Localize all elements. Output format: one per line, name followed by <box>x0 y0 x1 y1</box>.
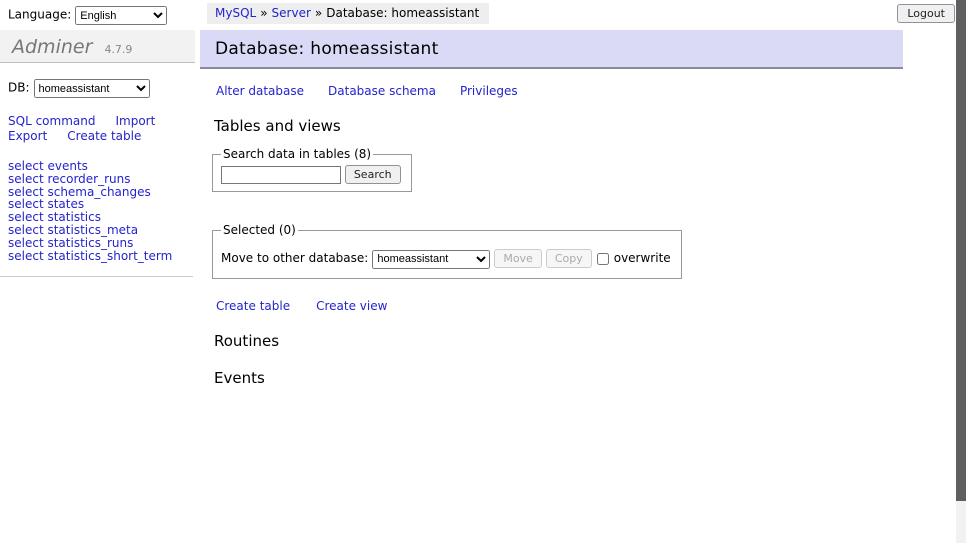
overwrite-checkbox[interactable] <box>597 253 609 265</box>
sidebar: Language: English Adminer 4.7.9 DB: homeas… <box>0 0 195 543</box>
sidebar-select-link[interactable]: select statistics_runs <box>8 237 195 250</box>
move-button[interactable]: Move <box>494 249 542 268</box>
create-links: Create table Create view <box>216 299 903 313</box>
logout-button[interactable]: Logout <box>897 4 955 23</box>
app-title: Adminer 4.7.9 <box>0 30 195 63</box>
move-label: Move to other database: <box>221 251 368 265</box>
language-row: Language: English <box>0 0 195 30</box>
breadcrumb-current: Database: homeassistant <box>326 6 479 20</box>
main-content: MySQL » Server » Database: homeassistant Dat… <box>200 0 903 387</box>
db-row: DB: homeassistant <box>8 79 195 98</box>
sidebar-action-link[interactable]: Create table <box>67 129 141 143</box>
search-button[interactable]: Search <box>345 165 401 184</box>
events-heading: Events <box>214 369 903 387</box>
database-nav-links: Alter database Database schema Privileges <box>216 84 903 98</box>
selected-legend: Selected (0) <box>221 223 298 237</box>
breadcrumb-separator: » <box>315 6 322 20</box>
search-input[interactable] <box>221 166 341 184</box>
database-nav-link[interactable]: Privileges <box>460 84 518 98</box>
sidebar-action-link[interactable]: Export <box>8 129 47 143</box>
db-label: DB: <box>8 81 30 95</box>
overwrite-label: overwrite <box>614 251 671 265</box>
breadcrumb: MySQL » Server » Database: homeassistant <box>207 3 489 24</box>
sidebar-action-link[interactable]: Import <box>115 114 155 128</box>
scrollbar-thumb[interactable] <box>956 0 966 501</box>
breadcrumb-server-link[interactable]: Server <box>272 6 311 20</box>
move-database-select[interactable]: homeassistant <box>372 250 490 269</box>
selected-fieldset: Selected (0) Move to other database: home… <box>212 223 682 279</box>
sidebar-action-link[interactable]: SQL command <box>8 114 95 128</box>
breadcrumb-separator: » <box>260 6 267 20</box>
sidebar-action-links: SQL command Import Export Create table <box>8 114 195 144</box>
search-legend: Search data in tables (8) <box>221 147 373 161</box>
routines-heading: Routines <box>214 332 903 350</box>
app-version: 4.7.9 <box>104 43 132 56</box>
breadcrumb-mysql-link[interactable]: MySQL <box>215 6 256 20</box>
copy-button[interactable]: Copy <box>546 249 592 268</box>
database-nav-link[interactable]: Database schema <box>328 84 436 98</box>
db-select[interactable]: homeassistant <box>34 79 150 98</box>
create-link[interactable]: Create view <box>316 299 387 313</box>
language-label: Language: <box>8 8 71 22</box>
move-row: Move to other database: homeassistantMove… <box>221 249 671 269</box>
sidebar-select-link[interactable]: select statistics_short_term <box>8 250 195 263</box>
create-link[interactable]: Create table <box>216 299 290 313</box>
sidebar-table-links: select eventsselect recorder_runsselect … <box>8 160 195 262</box>
app-name: Adminer <box>12 36 92 58</box>
sidebar-select-link[interactable]: select statistics_meta <box>8 224 195 237</box>
sidebar-divider <box>0 276 193 277</box>
tables-heading: Tables and views <box>214 117 903 135</box>
language-select[interactable]: English <box>75 6 167 25</box>
database-nav-link[interactable]: Alter database <box>216 84 304 98</box>
sidebar-select-link[interactable]: select events <box>8 160 195 173</box>
search-fieldset: Search data in tables (8) Search <box>212 147 412 192</box>
vertical-scrollbar <box>956 0 966 543</box>
sidebar-select-link[interactable]: select recorder_runs <box>8 173 195 186</box>
page-title: Database: homeassistant <box>200 30 903 69</box>
